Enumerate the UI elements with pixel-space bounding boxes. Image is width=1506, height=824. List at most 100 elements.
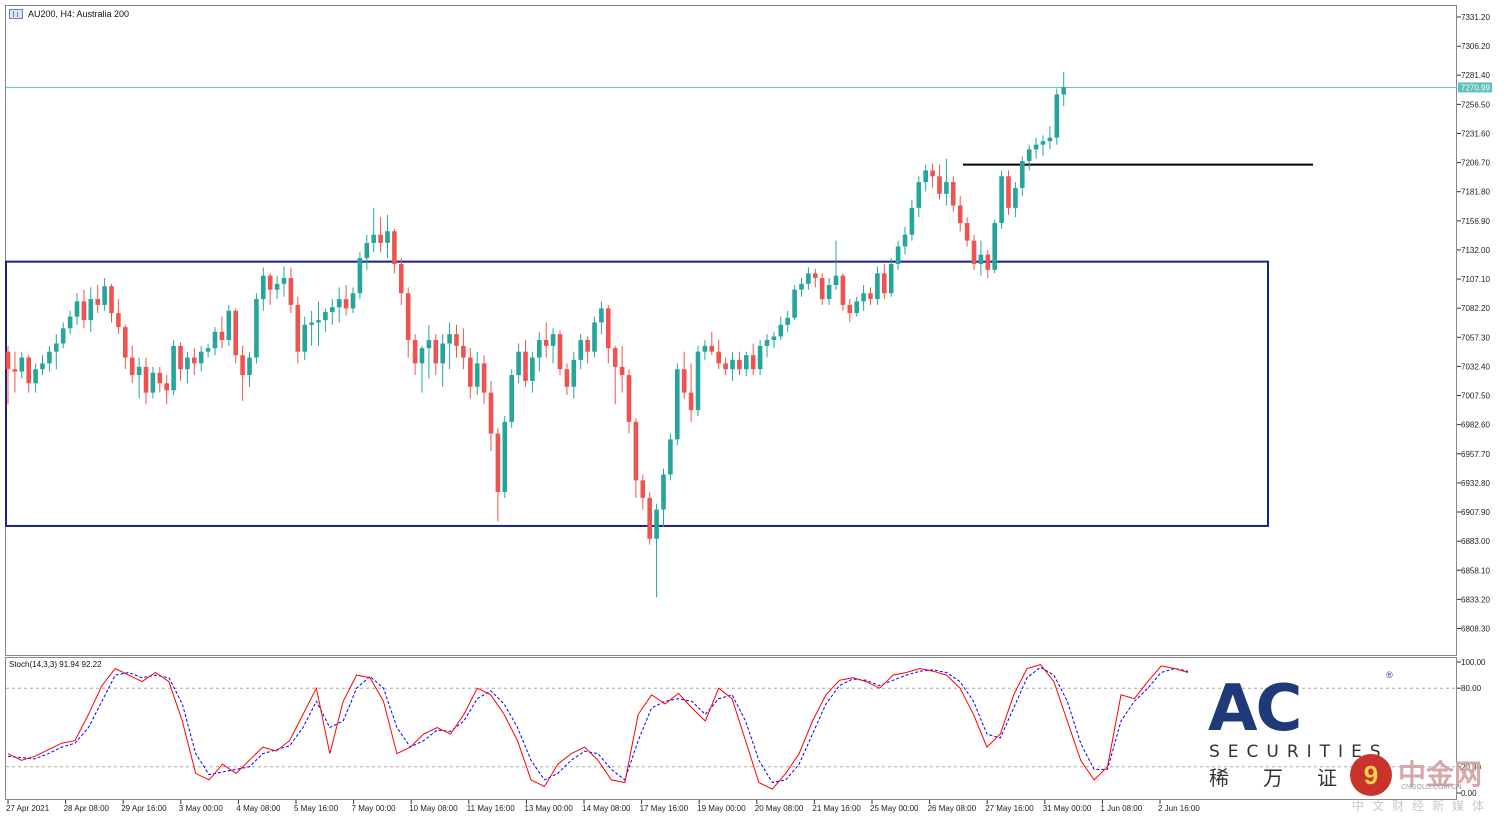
bull-candle [578,339,583,360]
bull-candle [999,176,1004,224]
bull-candle [861,293,866,302]
time-axis-label: 4 May 08:00 [236,804,281,813]
bear-candle [626,375,632,422]
bear-candle [81,301,87,321]
bear-candle [219,331,225,340]
bull-candle [875,273,880,300]
bull-candle [205,348,211,352]
bear-candle [399,263,404,294]
bear-candle [640,480,646,498]
price-axis-label: 6957.70 [1461,450,1490,459]
time-axis-label: 25 May 00:00 [870,804,919,813]
bull-candle [281,278,287,284]
bear-candle [495,433,501,493]
price-axis-label: 7032.40 [1461,362,1490,371]
bull-candle [916,182,922,208]
bull-candle [757,345,763,370]
bull-candle [371,234,376,243]
bull-candle [895,246,901,264]
bear-candle [1006,176,1011,208]
bull-candle [1061,87,1066,95]
bull-candle [854,301,859,314]
bull-candle [171,345,176,391]
bull-candle [33,369,38,384]
bear-candle [709,345,715,352]
bull-candle [1040,141,1046,145]
bull-candle [1033,144,1039,150]
time-axis-label: 10 May 08:00 [409,804,458,813]
bear-candle [688,392,694,411]
time-axis-label: 17 May 16:00 [640,804,689,813]
bull-candle [385,231,390,243]
bull-candle [198,351,204,364]
bear-candle [95,299,100,305]
price-axis-label: 6833.20 [1461,595,1490,604]
bull-candle [88,299,94,321]
bear-candle [12,369,18,372]
bull-candle [447,334,452,344]
time-axis-label: 1 Jun 08:00 [1100,804,1142,813]
time-axis-label: 26 May 08:00 [928,804,977,813]
bull-candle [357,258,363,294]
bull-candle [992,223,997,270]
bull-candle [1026,149,1032,162]
time-axis-label: 27 Apr 2021 [6,804,50,813]
bull-candle [54,343,59,352]
bull-candle [309,322,314,325]
time-axis-label: 28 Apr 08:00 [64,804,110,813]
cngold-logo-icon: 9 [1350,754,1392,796]
time-axis-label: 13 May 00:00 [524,804,573,813]
bear-candle [606,308,611,349]
time-axis-label: 29 Apr 16:00 [121,804,167,813]
bull-candle [136,366,142,376]
time-axis-label: 21 May 16:00 [812,804,861,813]
price-axis-label: 6982.60 [1461,421,1490,430]
bull-candle [316,320,321,323]
bull-candle [806,273,811,284]
acy-chinese-text: 稀万证 [1209,766,1371,790]
bull-candle [474,363,480,387]
bear-candle [930,170,935,177]
bull-candle [67,316,73,329]
bull-candle [833,275,839,286]
bear-candle [295,304,301,352]
bull-candle [364,242,370,259]
price-axis-label: 7107.10 [1461,275,1490,284]
bear-candle [557,334,563,370]
bear-candle [585,339,590,352]
bull-candle [254,299,259,358]
cngold-url: CNGOLD.COM.CN [1401,784,1462,791]
bull-candle [909,207,915,235]
bear-candle [288,278,294,305]
acy-logo-text: AC [1208,672,1302,746]
bear-candle [813,273,818,279]
price-axis-label: 6808.30 [1461,625,1490,634]
bull-candle [336,299,342,308]
bear-candle [847,304,853,314]
bull-candle [212,331,218,349]
price-axis-label: 7281.40 [1461,71,1490,80]
bear-candle [481,363,487,393]
bear-candle [116,313,121,328]
bull-candle [226,310,232,340]
bull-candle [74,301,80,317]
price-axis-label: 7231.60 [1461,129,1490,138]
bull-candle [350,293,356,309]
bear-candle [957,205,963,224]
bull-candle [1047,137,1053,142]
bear-candle [267,275,273,290]
bear-candle [543,339,549,346]
bull-candle [978,254,984,264]
bull-candle [902,234,908,247]
bear-candle [433,339,439,364]
current-price-label: 7270.99 [1461,83,1490,92]
time-axis-label: 7 May 00:00 [352,804,397,813]
bull-candle [599,308,604,323]
bull-candle [654,509,659,539]
bull-candle [675,369,680,440]
bull-candle [668,439,673,475]
stoch-main-line [7,664,1189,790]
stoch-axis-label: 100.00 [1461,658,1486,667]
bear-candle [192,357,197,364]
bull-candle [102,286,107,305]
